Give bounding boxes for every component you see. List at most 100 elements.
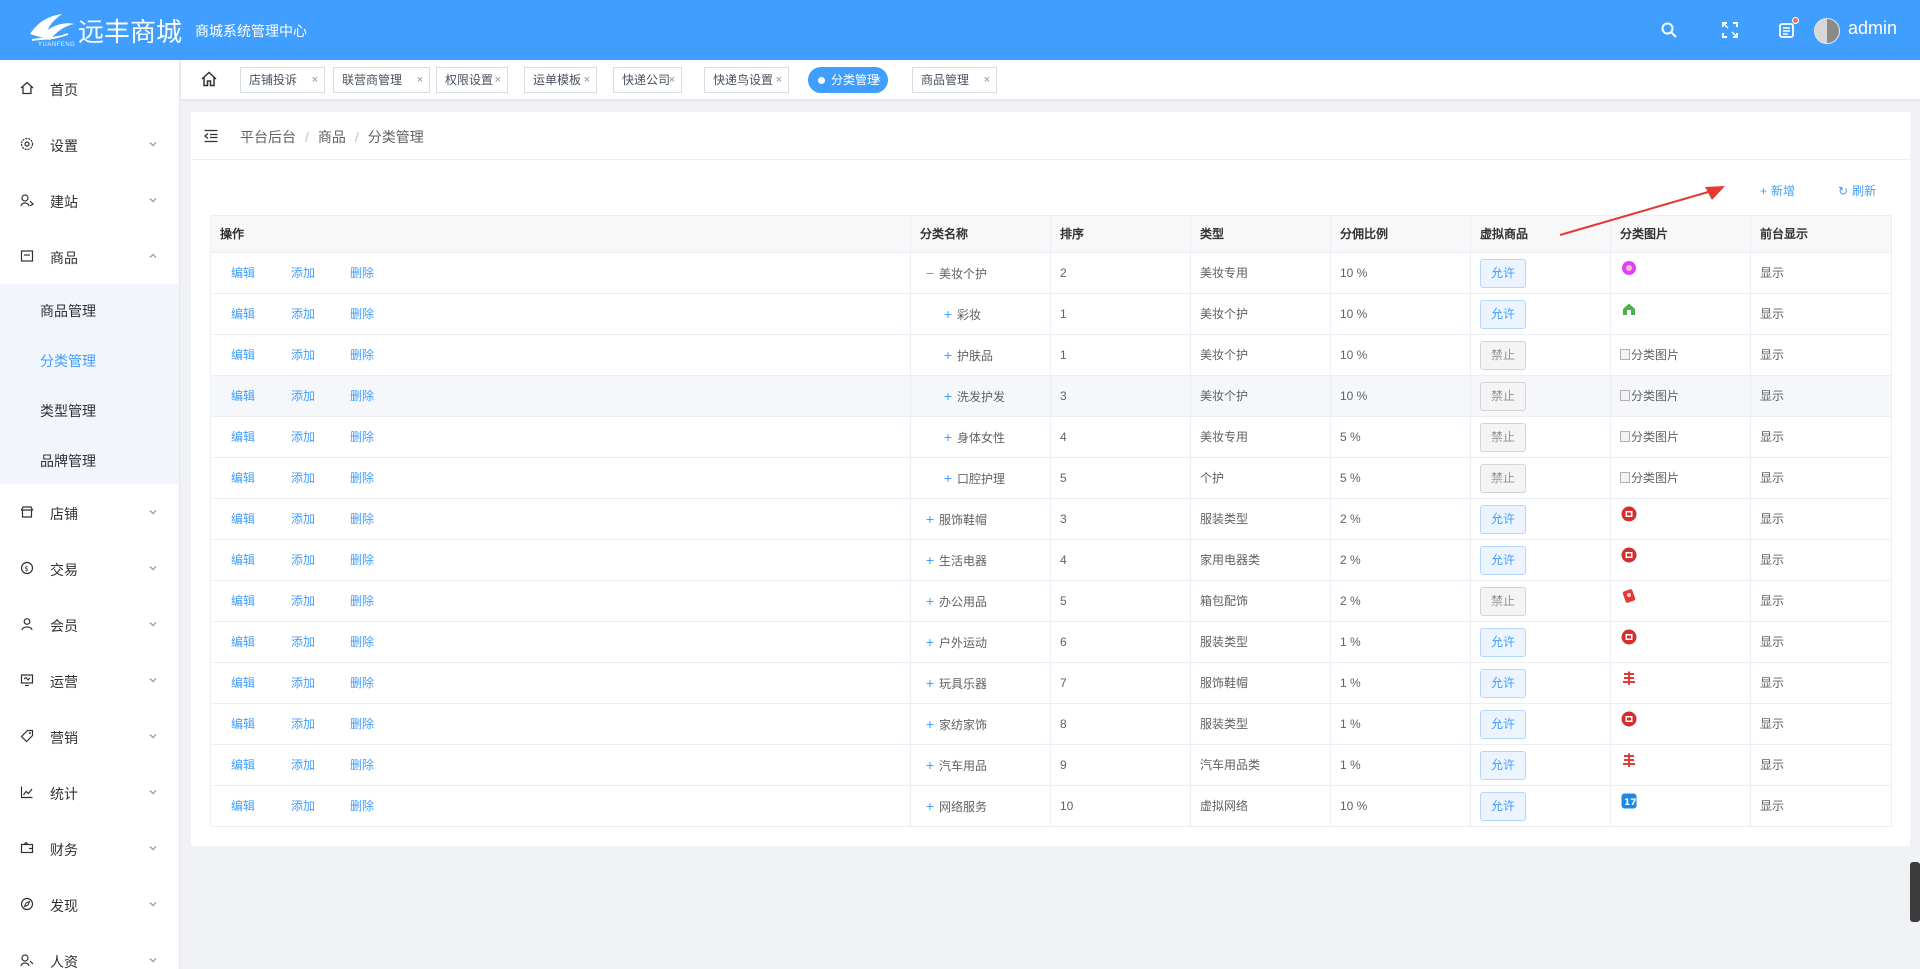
delete-link[interactable]: 删除 (350, 458, 374, 498)
edit-link[interactable]: 编辑 (231, 253, 255, 293)
delete-link[interactable]: 删除 (350, 581, 374, 621)
fullscreen-icon[interactable] (1720, 20, 1740, 40)
message-icon[interactable] (1777, 17, 1799, 40)
delete-link[interactable]: 删除 (350, 376, 374, 416)
edit-link[interactable]: 编辑 (231, 458, 255, 498)
virtual-toggle-button[interactable]: 禁止 (1480, 382, 1526, 411)
add-link[interactable]: 添加 (291, 335, 315, 375)
tab-permission[interactable]: 权限设置 × (436, 67, 508, 93)
tab-close-icon[interactable]: × (584, 68, 590, 92)
add-link[interactable]: 添加 (291, 786, 315, 826)
expand-icon[interactable]: + (941, 335, 955, 375)
tab-waybill-template[interactable]: 运单模板 × (524, 67, 597, 93)
delete-link[interactable]: 删除 (350, 704, 374, 744)
add-link[interactable]: 添加 (291, 376, 315, 416)
expand-icon[interactable]: + (941, 417, 955, 457)
add-link[interactable]: 添加 (291, 663, 315, 703)
expand-icon[interactable]: + (941, 376, 955, 416)
sidebar-item-home[interactable]: 首页 (0, 60, 179, 116)
expand-icon[interactable]: + (923, 663, 937, 703)
collapse-icon[interactable]: − (923, 253, 937, 293)
expand-icon[interactable]: + (923, 499, 937, 539)
delete-link[interactable]: 删除 (350, 417, 374, 457)
sidebar-item-site[interactable]: 建站 (0, 172, 179, 228)
home-tab-icon[interactable] (200, 70, 218, 88)
logo[interactable]: YUANFENG 远丰商城 (28, 8, 182, 52)
edit-link[interactable]: 编辑 (231, 622, 255, 662)
delete-link[interactable]: 删除 (350, 663, 374, 703)
add-link[interactable]: 添加 (291, 294, 315, 334)
sidebar-item-goods[interactable]: 商品 (0, 228, 179, 284)
avatar[interactable] (1814, 18, 1840, 44)
sidebar-item-discover[interactable]: 发现 (0, 876, 179, 932)
virtual-toggle-button[interactable]: 禁止 (1480, 423, 1526, 452)
delete-link[interactable]: 删除 (350, 335, 374, 375)
tab-category-manage[interactable]: 分类管理 × (808, 67, 888, 93)
add-link[interactable]: 添加 (291, 458, 315, 498)
tab-kdniao-settings[interactable]: 快递鸟设置 × (704, 67, 789, 93)
edit-link[interactable]: 编辑 (231, 663, 255, 703)
delete-link[interactable]: 删除 (350, 540, 374, 580)
side-scroll-handle[interactable] (1910, 862, 1920, 922)
tab-close-icon[interactable]: × (495, 68, 501, 92)
delete-link[interactable]: 删除 (350, 253, 374, 293)
tab-close-icon[interactable]: × (417, 68, 423, 92)
refresh-button[interactable]: ↻ 刷新 (1838, 182, 1876, 199)
tab-close-icon[interactable]: × (312, 68, 318, 92)
delete-link[interactable]: 删除 (350, 786, 374, 826)
virtual-toggle-button[interactable]: 允许 (1480, 751, 1526, 780)
edit-link[interactable]: 编辑 (231, 417, 255, 457)
edit-link[interactable]: 编辑 (231, 745, 255, 785)
sidebar-sub-type-manage[interactable]: 类型管理 (0, 384, 179, 434)
add-link[interactable]: 添加 (291, 540, 315, 580)
sidebar-item-finance[interactable]: 财务 (0, 820, 179, 876)
tab-close-icon[interactable]: × (984, 68, 990, 92)
expand-icon[interactable]: + (923, 622, 937, 662)
delete-link[interactable]: 删除 (350, 294, 374, 334)
menu-fold-icon[interactable] (203, 128, 219, 144)
expand-icon[interactable]: + (941, 294, 955, 334)
tab-express-company[interactable]: 快递公司 × (613, 67, 682, 93)
sidebar-item-marketing[interactable]: 营销 (0, 708, 179, 764)
expand-icon[interactable]: + (941, 458, 955, 498)
tab-store-complaint[interactable]: 店铺投诉 × (240, 67, 325, 93)
sidebar-item-settings[interactable]: 设置 (0, 116, 179, 172)
breadcrumb-item[interactable]: 商品 (318, 129, 346, 145)
tab-close-icon[interactable]: × (875, 68, 881, 92)
add-link[interactable]: 添加 (291, 499, 315, 539)
expand-icon[interactable]: + (923, 581, 937, 621)
virtual-toggle-button[interactable]: 允许 (1480, 546, 1526, 575)
edit-link[interactable]: 编辑 (231, 294, 255, 334)
delete-link[interactable]: 删除 (350, 499, 374, 539)
virtual-toggle-button[interactable]: 允许 (1480, 300, 1526, 329)
sidebar-item-trade[interactable]: $ 交易 (0, 540, 179, 596)
expand-icon[interactable]: + (923, 540, 937, 580)
edit-link[interactable]: 编辑 (231, 540, 255, 580)
edit-link[interactable]: 编辑 (231, 581, 255, 621)
tab-goods-manage[interactable]: 商品管理 × (912, 67, 997, 93)
edit-link[interactable]: 编辑 (231, 786, 255, 826)
add-link[interactable]: 添加 (291, 704, 315, 744)
username[interactable]: admin (1848, 18, 1897, 39)
add-link[interactable]: 添加 (291, 622, 315, 662)
add-link[interactable]: 添加 (291, 253, 315, 293)
expand-icon[interactable]: + (923, 704, 937, 744)
sidebar-item-operation[interactable]: 运营 (0, 652, 179, 708)
tab-close-icon[interactable]: × (669, 68, 675, 92)
search-icon[interactable] (1659, 20, 1679, 40)
edit-link[interactable]: 编辑 (231, 376, 255, 416)
virtual-toggle-button[interactable]: 允许 (1480, 669, 1526, 698)
sidebar-item-hr[interactable]: 人资 (0, 932, 179, 969)
add-link[interactable]: 添加 (291, 745, 315, 785)
add-link[interactable]: 添加 (291, 417, 315, 457)
add-link[interactable]: 添加 (291, 581, 315, 621)
sidebar-item-store[interactable]: 店铺 (0, 484, 179, 540)
delete-link[interactable]: 删除 (350, 745, 374, 785)
sidebar-item-statistics[interactable]: 统计 (0, 764, 179, 820)
tab-partner-manage[interactable]: 联营商管理 × (333, 67, 430, 93)
tab-close-icon[interactable]: × (776, 68, 782, 92)
sidebar-item-member[interactable]: 会员 (0, 596, 179, 652)
virtual-toggle-button[interactable]: 允许 (1480, 259, 1526, 288)
virtual-toggle-button[interactable]: 允许 (1480, 710, 1526, 739)
expand-icon[interactable]: + (923, 745, 937, 785)
